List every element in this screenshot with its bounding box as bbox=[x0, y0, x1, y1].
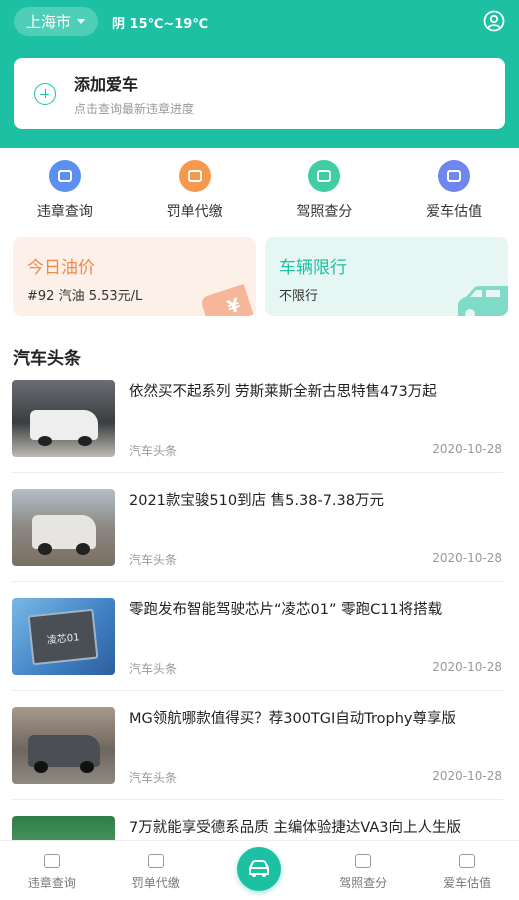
news-thumbnail bbox=[12, 380, 115, 457]
quick-ticket-payment[interactable]: 罚单代缴 bbox=[130, 160, 260, 224]
ticket-tab-icon bbox=[147, 854, 164, 868]
news-headline: 依然买不起系列 劳斯莱斯全新古思特售473万起 bbox=[129, 384, 437, 400]
traffic-limit-card[interactable]: 车辆限行 不限行 bbox=[265, 237, 508, 316]
add-car-subtitle: 点击查询最新违章进度 bbox=[74, 102, 195, 116]
license-tab-icon bbox=[355, 854, 372, 868]
news-source: 汽车头条 bbox=[129, 553, 178, 567]
news-date: 2020-10-28 bbox=[432, 769, 502, 783]
news-headline: 7万就能享受德系品质 主编体验捷达VA3向上人生版 bbox=[129, 820, 461, 836]
divider bbox=[12, 799, 503, 800]
traffic-limit-value: 不限行 bbox=[279, 289, 319, 304]
news-headline: 零跑发布智能驾驶芯片“凌芯01” 零跑C11将搭载 bbox=[129, 602, 443, 618]
news-thumbnail bbox=[12, 489, 115, 566]
weather-text: 阴 15℃~19℃ bbox=[112, 17, 209, 32]
news-source: 汽车头条 bbox=[129, 771, 178, 785]
oil-price-value: #92 汽油 5.53元/L bbox=[27, 289, 143, 304]
add-car-title: 添加爱车 bbox=[74, 75, 139, 94]
tab-label: 违章查询 bbox=[27, 876, 76, 890]
quick-violation-query[interactable]: 违章查询 bbox=[0, 160, 130, 224]
tab-label: 爱车估值 bbox=[443, 876, 492, 890]
quick-action-label: 罚单代缴 bbox=[166, 204, 223, 220]
car-illustration-icon bbox=[458, 286, 508, 316]
news-source: 汽车头条 bbox=[129, 444, 178, 458]
yen-coin-icon: ¥ bbox=[199, 283, 256, 316]
tab-label: 驾照查分 bbox=[339, 876, 388, 890]
divider bbox=[12, 581, 503, 582]
news-thumbnail bbox=[12, 707, 115, 784]
header: 上海市 阴 15℃~19℃ 添加爱车 点击查询最新违章进度 bbox=[0, 0, 519, 148]
news-list-item[interactable]: MG领航哪款值得买？荐300TGI自动Trophy尊享版 汽车头条 2020-1… bbox=[12, 707, 503, 816]
plus-icon bbox=[34, 83, 56, 105]
city-label: 上海市 bbox=[26, 13, 72, 31]
chevron-down-icon bbox=[77, 19, 86, 24]
add-car-card[interactable]: 添加爱车 点击查询最新违章进度 bbox=[14, 58, 505, 129]
news-section-title: 汽车头条 bbox=[13, 349, 81, 369]
oil-price-card[interactable]: 今日油价 #92 汽油 5.53元/L ¥ bbox=[13, 237, 256, 316]
quick-action-label: 驾照查分 bbox=[296, 204, 353, 220]
car-value-tab-icon bbox=[459, 854, 476, 868]
tab-home[interactable] bbox=[208, 841, 312, 900]
tab-label: 罚单代缴 bbox=[131, 876, 180, 890]
news-headline: MG领航哪款值得买？荐300TGI自动Trophy尊享版 bbox=[129, 711, 457, 727]
news-date: 2020-10-28 bbox=[432, 660, 502, 674]
tab-violation-query[interactable]: 违章查询 bbox=[0, 841, 104, 900]
car-home-icon[interactable] bbox=[237, 847, 282, 891]
quick-actions: 违章查询 罚单代缴 驾照查分 爱车估值 bbox=[0, 160, 519, 224]
oil-price-title: 今日油价 bbox=[27, 258, 95, 278]
city-selector[interactable]: 上海市 bbox=[14, 7, 98, 36]
quick-license-points[interactable]: 驾照查分 bbox=[260, 160, 390, 224]
divider bbox=[12, 690, 503, 691]
ticket-icon bbox=[178, 160, 211, 192]
quick-action-label: 爱车估值 bbox=[426, 204, 483, 220]
news-list-item[interactable]: 依然买不起系列 劳斯莱斯全新古思特售473万起 汽车头条 2020-10-28 bbox=[12, 380, 503, 489]
license-icon bbox=[308, 160, 341, 192]
violation-icon bbox=[48, 160, 81, 192]
quick-action-label: 违章查询 bbox=[36, 204, 93, 220]
tab-car-valuation[interactable]: 爱车估值 bbox=[415, 841, 519, 900]
chip-image-label: 凌芯01 bbox=[27, 608, 99, 666]
tab-license-points[interactable]: 驾照查分 bbox=[311, 841, 415, 900]
tab-ticket-payment[interactable]: 罚单代缴 bbox=[104, 841, 208, 900]
divider bbox=[12, 472, 503, 473]
news-date: 2020-10-28 bbox=[432, 442, 502, 456]
quick-car-valuation[interactable]: 爱车估值 bbox=[389, 160, 519, 224]
user-profile-icon[interactable] bbox=[483, 10, 505, 32]
news-list-item[interactable]: 2021款宝骏510到店 售5.38-7.38万元 汽车头条 2020-10-2… bbox=[12, 489, 503, 598]
news-headline: 2021款宝骏510到店 售5.38-7.38万元 bbox=[129, 493, 384, 509]
news-thumbnail: 凌芯01 bbox=[12, 598, 115, 675]
news-date: 2020-10-28 bbox=[432, 551, 502, 565]
violation-tab-icon bbox=[43, 854, 60, 868]
car-value-icon bbox=[438, 160, 471, 192]
news-source: 汽车头条 bbox=[129, 662, 178, 676]
bottom-tab-bar: 违章查询 罚单代缴 驾照查分 爱车估值 bbox=[0, 840, 519, 900]
news-list-item[interactable]: 凌芯01 零跑发布智能驾驶芯片“凌芯01” 零跑C11将搭载 汽车头条 2020… bbox=[12, 598, 503, 707]
traffic-limit-title: 车辆限行 bbox=[279, 258, 347, 278]
